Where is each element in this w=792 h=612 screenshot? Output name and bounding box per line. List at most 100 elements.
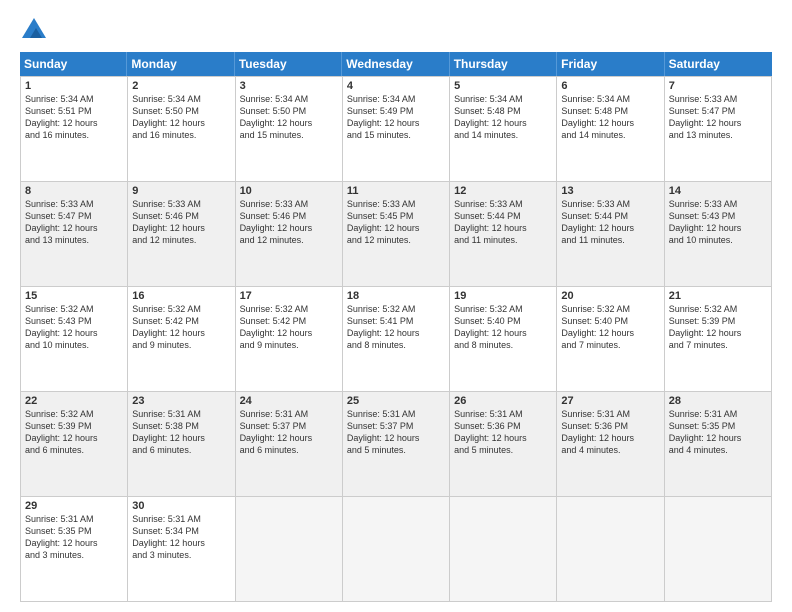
calendar-row-2: 8Sunrise: 5:33 AMSunset: 5:47 PMDaylight…: [21, 182, 772, 287]
calendar-cell-day-20: 20Sunrise: 5:32 AMSunset: 5:40 PMDayligh…: [557, 287, 664, 392]
calendar-cell-day-19: 19Sunrise: 5:32 AMSunset: 5:40 PMDayligh…: [450, 287, 557, 392]
day-number: 17: [240, 290, 338, 302]
day-number: 12: [454, 185, 552, 197]
day-info: Sunrise: 5:32 AMSunset: 5:39 PMDaylight:…: [669, 303, 767, 352]
day-number: 9: [132, 185, 230, 197]
calendar-row-4: 22Sunrise: 5:32 AMSunset: 5:39 PMDayligh…: [21, 392, 772, 497]
day-info: Sunrise: 5:31 AMSunset: 5:34 PMDaylight:…: [132, 513, 230, 562]
calendar-cell-day-5: 5Sunrise: 5:34 AMSunset: 5:48 PMDaylight…: [450, 77, 557, 182]
day-info: Sunrise: 5:34 AMSunset: 5:48 PMDaylight:…: [454, 93, 552, 142]
page: SundayMondayTuesdayWednesdayThursdayFrid…: [0, 0, 792, 612]
day-number: 25: [347, 395, 445, 407]
calendar-cell-day-23: 23Sunrise: 5:31 AMSunset: 5:38 PMDayligh…: [128, 392, 235, 497]
calendar-cell-day-2: 2Sunrise: 5:34 AMSunset: 5:50 PMDaylight…: [128, 77, 235, 182]
header-day-monday: Monday: [127, 52, 234, 76]
day-number: 8: [25, 185, 123, 197]
day-number: 24: [240, 395, 338, 407]
header-day-thursday: Thursday: [450, 52, 557, 76]
calendar-row-3: 15Sunrise: 5:32 AMSunset: 5:43 PMDayligh…: [21, 287, 772, 392]
day-info: Sunrise: 5:34 AMSunset: 5:50 PMDaylight:…: [240, 93, 338, 142]
header-day-saturday: Saturday: [665, 52, 772, 76]
calendar-cell-day-11: 11Sunrise: 5:33 AMSunset: 5:45 PMDayligh…: [343, 182, 450, 287]
calendar-row-5: 29Sunrise: 5:31 AMSunset: 5:35 PMDayligh…: [21, 497, 772, 602]
calendar-cell-day-4: 4Sunrise: 5:34 AMSunset: 5:49 PMDaylight…: [343, 77, 450, 182]
calendar-cell-day-6: 6Sunrise: 5:34 AMSunset: 5:48 PMDaylight…: [557, 77, 664, 182]
day-number: 3: [240, 80, 338, 92]
day-info: Sunrise: 5:32 AMSunset: 5:39 PMDaylight:…: [25, 408, 123, 457]
day-number: 7: [669, 80, 767, 92]
calendar-cell-day-27: 27Sunrise: 5:31 AMSunset: 5:36 PMDayligh…: [557, 392, 664, 497]
day-number: 28: [669, 395, 767, 407]
calendar-cell-day-22: 22Sunrise: 5:32 AMSunset: 5:39 PMDayligh…: [21, 392, 128, 497]
day-info: Sunrise: 5:31 AMSunset: 5:37 PMDaylight:…: [347, 408, 445, 457]
day-number: 19: [454, 290, 552, 302]
day-number: 30: [132, 500, 230, 512]
day-info: Sunrise: 5:33 AMSunset: 5:47 PMDaylight:…: [25, 198, 123, 247]
day-info: Sunrise: 5:32 AMSunset: 5:40 PMDaylight:…: [561, 303, 659, 352]
calendar-cell-empty: [450, 497, 557, 602]
day-info: Sunrise: 5:33 AMSunset: 5:45 PMDaylight:…: [347, 198, 445, 247]
day-info: Sunrise: 5:31 AMSunset: 5:37 PMDaylight:…: [240, 408, 338, 457]
day-info: Sunrise: 5:31 AMSunset: 5:38 PMDaylight:…: [132, 408, 230, 457]
day-info: Sunrise: 5:31 AMSunset: 5:36 PMDaylight:…: [454, 408, 552, 457]
calendar-header: SundayMondayTuesdayWednesdayThursdayFrid…: [20, 52, 772, 76]
calendar-cell-day-15: 15Sunrise: 5:32 AMSunset: 5:43 PMDayligh…: [21, 287, 128, 392]
calendar-cell-day-8: 8Sunrise: 5:33 AMSunset: 5:47 PMDaylight…: [21, 182, 128, 287]
day-number: 2: [132, 80, 230, 92]
day-info: Sunrise: 5:33 AMSunset: 5:46 PMDaylight:…: [240, 198, 338, 247]
calendar-cell-day-7: 7Sunrise: 5:33 AMSunset: 5:47 PMDaylight…: [665, 77, 772, 182]
calendar-cell-day-17: 17Sunrise: 5:32 AMSunset: 5:42 PMDayligh…: [236, 287, 343, 392]
day-number: 14: [669, 185, 767, 197]
calendar-cell-day-13: 13Sunrise: 5:33 AMSunset: 5:44 PMDayligh…: [557, 182, 664, 287]
calendar-cell-day-24: 24Sunrise: 5:31 AMSunset: 5:37 PMDayligh…: [236, 392, 343, 497]
calendar-cell-day-18: 18Sunrise: 5:32 AMSunset: 5:41 PMDayligh…: [343, 287, 450, 392]
calendar-cell-empty: [557, 497, 664, 602]
day-info: Sunrise: 5:33 AMSunset: 5:44 PMDaylight:…: [561, 198, 659, 247]
day-info: Sunrise: 5:31 AMSunset: 5:35 PMDaylight:…: [669, 408, 767, 457]
logo-icon: [20, 16, 48, 44]
logo: [20, 16, 52, 44]
header-day-tuesday: Tuesday: [235, 52, 342, 76]
header: [20, 16, 772, 44]
day-info: Sunrise: 5:31 AMSunset: 5:36 PMDaylight:…: [561, 408, 659, 457]
calendar-cell-day-3: 3Sunrise: 5:34 AMSunset: 5:50 PMDaylight…: [236, 77, 343, 182]
calendar-cell-day-10: 10Sunrise: 5:33 AMSunset: 5:46 PMDayligh…: [236, 182, 343, 287]
calendar-cell-day-29: 29Sunrise: 5:31 AMSunset: 5:35 PMDayligh…: [21, 497, 128, 602]
day-info: Sunrise: 5:34 AMSunset: 5:50 PMDaylight:…: [132, 93, 230, 142]
day-info: Sunrise: 5:33 AMSunset: 5:43 PMDaylight:…: [669, 198, 767, 247]
calendar-cell-day-30: 30Sunrise: 5:31 AMSunset: 5:34 PMDayligh…: [128, 497, 235, 602]
calendar-cell-empty: [665, 497, 772, 602]
day-number: 1: [25, 80, 123, 92]
day-number: 13: [561, 185, 659, 197]
day-info: Sunrise: 5:32 AMSunset: 5:42 PMDaylight:…: [240, 303, 338, 352]
day-number: 18: [347, 290, 445, 302]
day-number: 20: [561, 290, 659, 302]
calendar-cell-day-26: 26Sunrise: 5:31 AMSunset: 5:36 PMDayligh…: [450, 392, 557, 497]
calendar-cell-day-12: 12Sunrise: 5:33 AMSunset: 5:44 PMDayligh…: [450, 182, 557, 287]
day-info: Sunrise: 5:33 AMSunset: 5:44 PMDaylight:…: [454, 198, 552, 247]
calendar-cell-day-9: 9Sunrise: 5:33 AMSunset: 5:46 PMDaylight…: [128, 182, 235, 287]
day-number: 27: [561, 395, 659, 407]
calendar-cell-empty: [343, 497, 450, 602]
day-number: 26: [454, 395, 552, 407]
calendar-cell-day-1: 1Sunrise: 5:34 AMSunset: 5:51 PMDaylight…: [21, 77, 128, 182]
calendar-cell-day-25: 25Sunrise: 5:31 AMSunset: 5:37 PMDayligh…: [343, 392, 450, 497]
day-info: Sunrise: 5:32 AMSunset: 5:43 PMDaylight:…: [25, 303, 123, 352]
day-info: Sunrise: 5:34 AMSunset: 5:51 PMDaylight:…: [25, 93, 123, 142]
day-number: 11: [347, 185, 445, 197]
day-number: 15: [25, 290, 123, 302]
calendar-body: 1Sunrise: 5:34 AMSunset: 5:51 PMDaylight…: [20, 76, 772, 602]
day-number: 16: [132, 290, 230, 302]
calendar-cell-empty: [236, 497, 343, 602]
header-day-wednesday: Wednesday: [342, 52, 449, 76]
day-number: 5: [454, 80, 552, 92]
calendar-cell-day-21: 21Sunrise: 5:32 AMSunset: 5:39 PMDayligh…: [665, 287, 772, 392]
calendar-cell-day-16: 16Sunrise: 5:32 AMSunset: 5:42 PMDayligh…: [128, 287, 235, 392]
day-number: 22: [25, 395, 123, 407]
day-info: Sunrise: 5:31 AMSunset: 5:35 PMDaylight:…: [25, 513, 123, 562]
day-info: Sunrise: 5:33 AMSunset: 5:47 PMDaylight:…: [669, 93, 767, 142]
day-number: 6: [561, 80, 659, 92]
calendar-row-1: 1Sunrise: 5:34 AMSunset: 5:51 PMDaylight…: [21, 77, 772, 182]
day-info: Sunrise: 5:34 AMSunset: 5:49 PMDaylight:…: [347, 93, 445, 142]
header-day-friday: Friday: [557, 52, 664, 76]
